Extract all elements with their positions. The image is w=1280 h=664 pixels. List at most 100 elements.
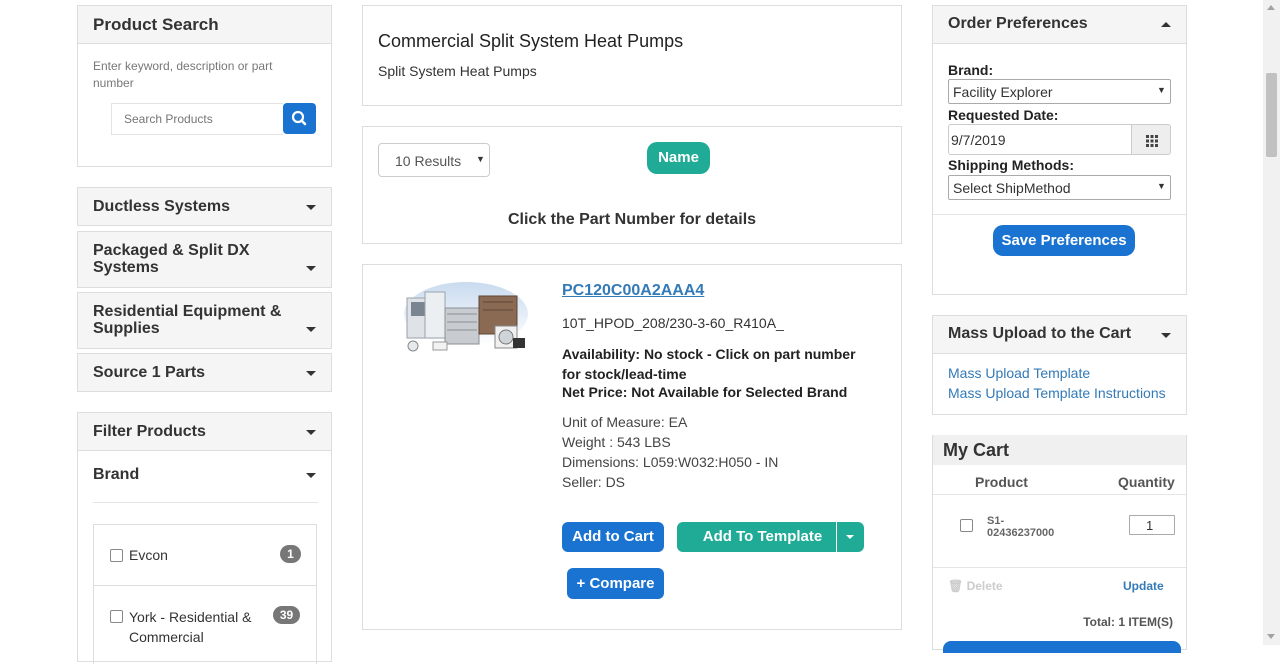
brand-label: Brand: bbox=[948, 62, 994, 78]
category-ductless[interactable]: Ductless Systems bbox=[77, 187, 332, 226]
add-to-cart-label: Add to Cart bbox=[572, 528, 654, 545]
template-dropdown-button[interactable] bbox=[837, 522, 864, 552]
order-preferences-title: Order Preferences bbox=[948, 15, 1088, 32]
category-label: Residential Equipment & Supplies bbox=[93, 303, 282, 337]
category-packaged-split[interactable]: Packaged & Split DX Systems bbox=[77, 231, 332, 288]
my-cart-header: My Cart bbox=[933, 435, 1186, 465]
seller-text: Seller: DS bbox=[562, 474, 626, 490]
cart-quantity-input[interactable]: 1 bbox=[1129, 515, 1175, 535]
caret-down-icon bbox=[306, 266, 316, 271]
brand-count-badge: 1 bbox=[280, 545, 301, 563]
caret-down-icon bbox=[306, 430, 316, 435]
scroll-up-arrow[interactable] bbox=[1267, 5, 1275, 10]
caret-down-icon: ▼ bbox=[476, 154, 485, 164]
checkout-button[interactable] bbox=[943, 641, 1181, 653]
results-toolbar-panel: 10 Results ▼ Name Click the Part Number … bbox=[362, 126, 902, 244]
compare-label: + Compare bbox=[576, 575, 655, 592]
page-title: Commercial Split System Heat Pumps bbox=[378, 31, 684, 51]
results-per-page-select[interactable]: 10 Results ▼ bbox=[378, 143, 490, 177]
scroll-down-arrow[interactable] bbox=[1267, 634, 1275, 639]
my-cart-title: My Cart bbox=[943, 440, 1010, 460]
brand-checkbox[interactable] bbox=[110, 610, 123, 623]
brand-label: York - Residential & Commercial bbox=[129, 609, 252, 645]
add-to-template-label: Add To Template bbox=[702, 528, 823, 545]
cart-item-line1: S1- bbox=[987, 515, 1005, 527]
caret-up-icon bbox=[1161, 22, 1171, 27]
add-to-template-button[interactable]: Add To Template bbox=[677, 522, 836, 552]
cart-item-line2: 02436237000 bbox=[987, 527, 1055, 539]
requested-date-input[interactable]: 9/7/2019 bbox=[948, 124, 1132, 155]
caret-down-icon bbox=[1161, 333, 1171, 338]
calendar-button[interactable] bbox=[1131, 124, 1171, 155]
cart-delete-button[interactable]: 🗑 Delete bbox=[948, 579, 1003, 593]
requested-date-label: Requested Date: bbox=[948, 107, 1059, 123]
category-label: Packaged & Split DX Systems bbox=[93, 242, 250, 276]
brand-count-badge: 39 bbox=[273, 606, 300, 624]
part-number-link[interactable]: PC120C00A2AAA4 bbox=[562, 282, 704, 300]
category-source1[interactable]: Source 1 Parts bbox=[77, 353, 332, 392]
mass-upload-title: Mass Upload to the Cart bbox=[948, 325, 1132, 342]
scrollbar-thumb[interactable] bbox=[1266, 73, 1277, 157]
brand-select[interactable]: Facility Explorer ▼ bbox=[948, 79, 1171, 104]
availability-text: Availability: No stock - Click on part n… bbox=[562, 346, 856, 382]
divider bbox=[933, 494, 1186, 495]
net-price-text: Net Price: Not Available for Selected Br… bbox=[562, 384, 848, 400]
results-hint: Click the Part Number for details bbox=[507, 211, 757, 228]
mass-upload-template-link[interactable]: Mass Upload Template bbox=[948, 365, 1090, 381]
category-residential[interactable]: Residential Equipment & Supplies bbox=[77, 292, 332, 349]
shipping-methods-label: Shipping Methods: bbox=[948, 157, 1074, 173]
divider bbox=[933, 567, 1186, 568]
product-search-title: Product Search bbox=[93, 15, 219, 34]
cart-item-product: S1- 02436237000 bbox=[987, 515, 1054, 539]
cart-col-quantity: Quantity bbox=[1118, 474, 1175, 490]
caret-down-icon bbox=[306, 205, 316, 210]
product-image bbox=[403, 280, 529, 354]
product-card: PC120C00A2AAA4 10T_HPOD_208/230-3-60_R41… bbox=[362, 264, 902, 630]
dimensions-text: Dimensions: L059:W032:H050 - IN bbox=[562, 454, 779, 470]
search-input[interactable] bbox=[111, 103, 283, 135]
sort-name-label: Name bbox=[658, 149, 699, 166]
page-subtitle: Split System Heat Pumps bbox=[378, 63, 537, 79]
compare-button[interactable]: + Compare bbox=[567, 568, 664, 599]
mass-upload-header[interactable]: Mass Upload to the Cart bbox=[933, 316, 1186, 354]
brand-item: Evcon 1 bbox=[94, 525, 316, 586]
save-preferences-label: Save Preferences bbox=[1001, 232, 1127, 249]
product-search-header: Product Search bbox=[78, 6, 331, 44]
shipping-methods-value: Select ShipMethod bbox=[953, 180, 1071, 196]
cart-col-product: Product bbox=[975, 474, 1028, 490]
results-per-page-value: 10 Results bbox=[395, 153, 462, 169]
trash-icon: 🗑 bbox=[948, 579, 964, 593]
sort-name-button[interactable]: Name bbox=[647, 142, 710, 174]
cart-item-checkbox[interactable] bbox=[960, 519, 973, 532]
filter-products-header[interactable]: Filter Products bbox=[78, 413, 331, 451]
filter-products-panel: Filter Products Brand Evcon 1 York - Res… bbox=[77, 412, 332, 664]
order-preferences-panel: Order Preferences Brand: Facility Explor… bbox=[932, 5, 1187, 295]
caret-down-icon bbox=[846, 535, 854, 539]
mass-upload-panel: Mass Upload to the Cart Mass Upload Temp… bbox=[932, 315, 1187, 415]
brand-checkbox[interactable] bbox=[110, 549, 123, 562]
search-button[interactable] bbox=[283, 103, 316, 134]
add-to-cart-button[interactable]: Add to Cart bbox=[562, 522, 664, 552]
product-search-panel: Product Search Enter keyword, descriptio… bbox=[77, 5, 332, 167]
cart-update-link[interactable]: Update bbox=[1123, 579, 1164, 593]
brand-filter-toggle[interactable]: Brand bbox=[93, 453, 318, 503]
page-scrollbar[interactable] bbox=[1263, 0, 1280, 645]
cart-total: Total: 1 ITEM(S) bbox=[1083, 615, 1173, 629]
caret-down-icon bbox=[306, 371, 316, 376]
save-preferences-button[interactable]: Save Preferences bbox=[993, 225, 1135, 256]
brand-item: York - Residential & Commercial 39 bbox=[94, 586, 316, 661]
cart-delete-label: Delete bbox=[966, 579, 1003, 593]
requested-date-value: 9/7/2019 bbox=[951, 132, 1006, 148]
category-header-panel: Commercial Split System Heat Pumps Split… bbox=[362, 5, 902, 106]
brand-label: Evcon bbox=[129, 547, 168, 563]
calendar-icon bbox=[1146, 135, 1158, 147]
order-preferences-header[interactable]: Order Preferences bbox=[933, 6, 1186, 44]
weight-text: Weight : 543 LBS bbox=[562, 434, 671, 450]
filter-products-title: Filter Products bbox=[93, 423, 206, 440]
caret-down-icon bbox=[306, 473, 316, 478]
category-label: Source 1 Parts bbox=[93, 364, 206, 381]
caret-down-icon bbox=[306, 327, 316, 332]
my-cart-panel: My Cart Product Quantity S1- 02436237000… bbox=[932, 435, 1187, 653]
shipping-methods-select[interactable]: Select ShipMethod ▼ bbox=[948, 175, 1171, 200]
mass-upload-instructions-link[interactable]: Mass Upload Template Instructions bbox=[948, 385, 1166, 401]
